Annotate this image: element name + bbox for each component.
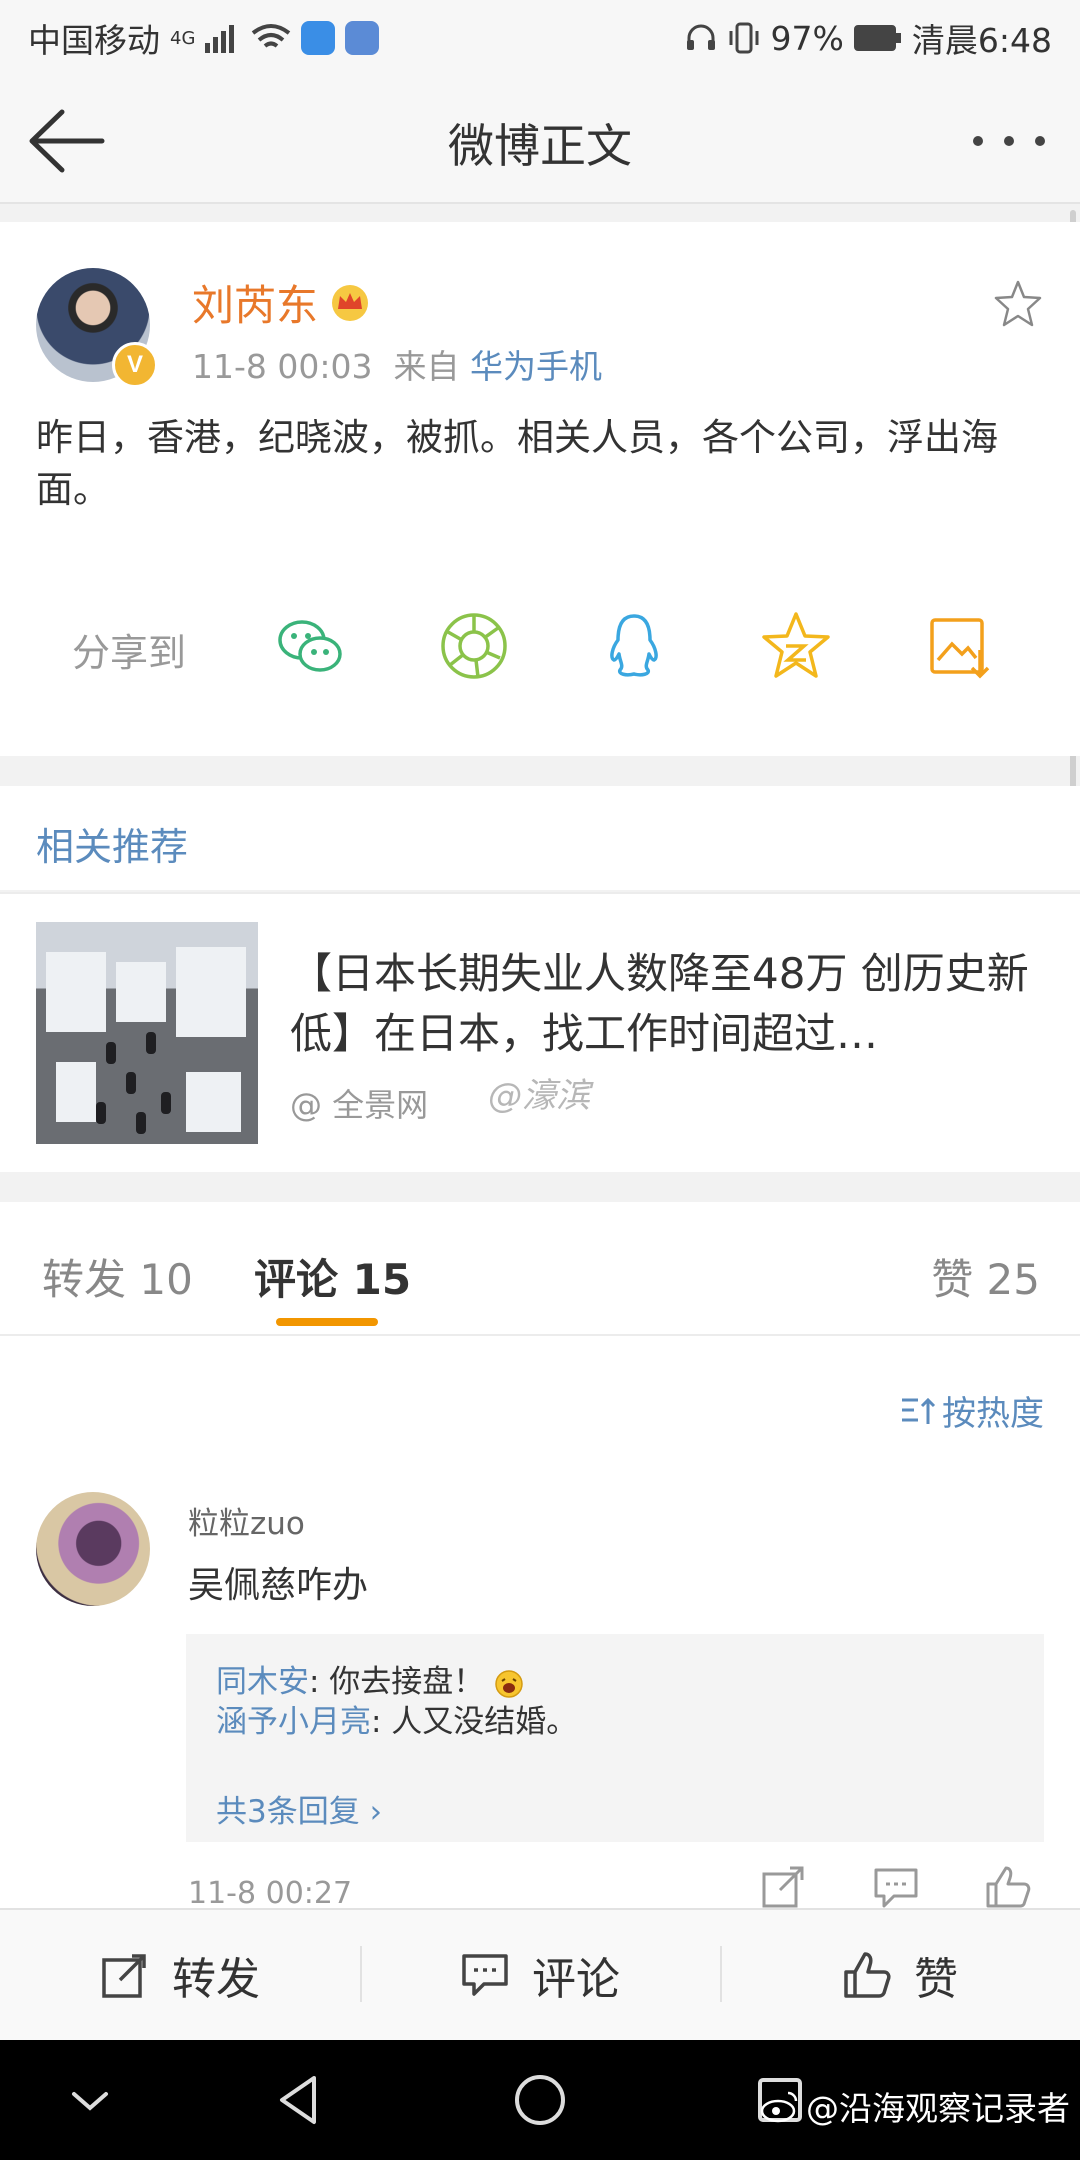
- weibo-app-icon: [345, 21, 380, 55]
- moments-icon[interactable]: [438, 610, 510, 682]
- comments-section: 按热度 粒粒zuo 吴佩慈咋办 同木安: 你去接盘！ 涵予小月亮: 人又没结婚。…: [0, 1336, 1080, 1911]
- post-card: V 刘芮东 11-8 00:03 来自 华为手机 昨日，香港，纪晓波，被抓。相关…: [0, 222, 1080, 756]
- reply-user[interactable]: 同木安: [216, 1664, 309, 1700]
- tab-comment[interactable]: 评论 15: [254, 1246, 411, 1307]
- reply-item: 涵予小月亮: 人又没结婚。: [216, 1696, 577, 1741]
- qq-icon[interactable]: [598, 610, 670, 682]
- tab-repost[interactable]: 转发 10: [42, 1246, 193, 1307]
- favorite-star-icon[interactable]: [992, 278, 1044, 330]
- sort-label[interactable]: 按热度: [942, 1386, 1044, 1435]
- active-tab-indicator: [276, 1318, 378, 1326]
- status-right: 97% 清晨6:48: [685, 14, 1052, 62]
- save-image-icon[interactable]: [924, 610, 996, 682]
- comment-text: 吴佩慈咋办: [188, 1565, 369, 1606]
- reply-box[interactable]: 同木安: 你去接盘！ 涵予小月亮: 人又没结婚。 共3条回复 ›: [186, 1634, 1044, 1842]
- sort-icon: [902, 1397, 936, 1424]
- sort-button[interactable]: 按热度: [900, 1386, 1044, 1435]
- recommend-thumbnail[interactable]: [36, 922, 258, 1144]
- commenter-avatar[interactable]: [36, 1492, 150, 1606]
- home-circle-icon[interactable]: [510, 2070, 570, 2130]
- weibo-watermark: @沿海观察记录者: [760, 2082, 1070, 2130]
- reply-text: : 人又没结婚。: [371, 1704, 578, 1740]
- post-text: 昨日，香港，纪晓波，被抓。相关人员，各个公司，浮出海面。: [36, 416, 998, 511]
- status-bar: 中国移动 4G 97% 清晨6:48: [0, 0, 1080, 76]
- more-options-icon[interactable]: [964, 116, 1054, 166]
- recommend-source: @ 全景网: [290, 1086, 429, 1124]
- back-triangle-icon[interactable]: [270, 2070, 330, 2130]
- status-left: 中国移动 4G: [28, 14, 380, 62]
- network-label: 4G: [170, 27, 196, 49]
- image-watermark: @濠滨: [488, 1076, 590, 1116]
- more-replies-link[interactable]: 共3条回复 ›: [216, 1786, 382, 1831]
- comment-icon: [462, 1954, 508, 1996]
- battery-icon: [853, 25, 901, 51]
- recommend-header: 相关推荐: [0, 786, 1080, 890]
- comment-label[interactable]: 评论: [532, 1943, 620, 2007]
- repost-label[interactable]: 转发: [172, 1943, 260, 2007]
- battery-percent: 97%: [770, 18, 844, 58]
- bottom-action-bar: 转发 评论 赞: [0, 1908, 1080, 2040]
- reply-user[interactable]: 涵予小月亮: [216, 1704, 371, 1740]
- comment-button[interactable]: 评论: [360, 1910, 720, 2040]
- author-avatar[interactable]: V: [36, 268, 158, 388]
- nav-bar: 微博正文: [0, 76, 1080, 204]
- source-prefix: 来自: [393, 347, 460, 386]
- qzone-icon[interactable]: [760, 610, 832, 682]
- repost-button[interactable]: 转发: [0, 1910, 360, 2040]
- tab-like[interactable]: 赞 25: [931, 1246, 1040, 1307]
- shield-app-icon: [301, 21, 336, 55]
- signal-icon: [205, 25, 235, 53]
- vibrate-icon: [729, 22, 759, 54]
- wifi-icon: [252, 24, 291, 48]
- verified-v-icon: V: [112, 342, 158, 388]
- interaction-tabs: 转发 10 评论 15 赞 25: [0, 1202, 1080, 1336]
- reply-text: : 你去接盘！: [309, 1664, 485, 1700]
- crown-icon: [332, 284, 369, 321]
- laughing-emoji-icon: [495, 1669, 523, 1698]
- like-button[interactable]: 赞: [720, 1910, 1080, 2040]
- page-title: 微博正文: [448, 119, 632, 173]
- recommend-title: 相关推荐: [36, 825, 189, 869]
- author-name-row[interactable]: 刘芮东: [192, 272, 370, 333]
- repost-icon: [102, 1954, 146, 1998]
- reply-item: 同木安: 你去接盘！: [216, 1656, 524, 1701]
- headphone-icon: [686, 24, 715, 50]
- commenter-name[interactable]: 粒粒zuo: [188, 1498, 305, 1543]
- comment-like-icon[interactable]: [984, 1864, 1032, 1910]
- weibo-logo-icon: [760, 2091, 798, 2123]
- post-timestamp: 11-8 00:03: [192, 347, 373, 386]
- clock: 清晨6:48: [911, 21, 1052, 60]
- like-label[interactable]: 赞: [914, 1943, 958, 2007]
- share-label: 分享到: [72, 631, 187, 675]
- post-source[interactable]: 华为手机: [470, 347, 602, 386]
- watermark-text: @沿海观察记录者: [806, 2089, 1070, 2128]
- comment-repost-icon[interactable]: [760, 1864, 808, 1910]
- thumbs-up-icon: [844, 1952, 891, 1998]
- chevron-down-icon[interactable]: [60, 2070, 120, 2130]
- author-name[interactable]: 刘芮东: [192, 272, 318, 333]
- share-row: 分享到: [0, 592, 1080, 692]
- comment-reply-icon[interactable]: [872, 1864, 920, 1910]
- post-meta: 11-8 00:03 来自 华为手机: [192, 340, 602, 388]
- recommend-item[interactable]: 【日本长期失业人数降至48万 创历史新低】在日本，找工作时间超过… @ 全景网 …: [0, 892, 1080, 1172]
- wechat-icon[interactable]: [274, 610, 346, 682]
- comment-time: 11-8 00:27: [188, 1876, 353, 1911]
- system-nav-bar: @沿海观察记录者: [0, 2040, 1080, 2160]
- carrier-label: 中国移动: [28, 21, 160, 60]
- recommend-headline[interactable]: 【日本长期失业人数降至48万 创历史新低】在日本，找工作时间超过…: [290, 944, 1050, 1064]
